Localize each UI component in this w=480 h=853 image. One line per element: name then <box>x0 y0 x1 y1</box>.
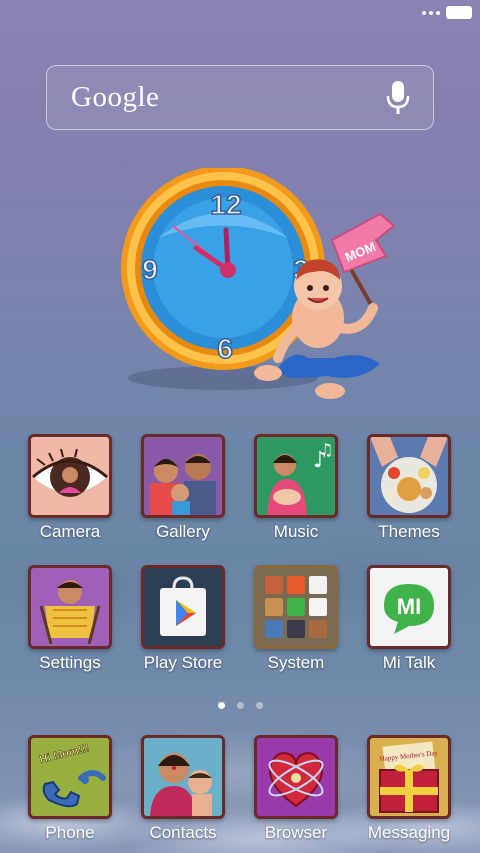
clock-numeral-9: 9 <box>142 254 158 285</box>
play-store-icon <box>141 565 225 649</box>
page-dot-2[interactable] <box>236 702 244 709</box>
app-gallery[interactable]: Gallery <box>128 434 238 542</box>
dock-app-contacts[interactable]: Contacts <box>128 735 238 843</box>
microphone-icon[interactable] <box>385 80 411 116</box>
dock-app-browser[interactable]: Browser <box>241 735 351 843</box>
status-bar <box>422 6 472 19</box>
app-settings[interactable]: Settings <box>15 565 125 673</box>
svg-text:MI: MI <box>397 594 421 619</box>
camera-eye-icon <box>28 434 112 518</box>
app-label: Phone <box>45 823 95 842</box>
gift-card-icon: Happy Mother's Day <box>367 735 451 819</box>
mother-child-icon <box>141 735 225 819</box>
page-indicator[interactable] <box>0 702 480 709</box>
google-search-bar[interactable]: Google <box>46 65 434 130</box>
app-label: Mi Talk <box>382 653 436 672</box>
app-label: Browser <box>264 823 328 842</box>
system-folder-icon <box>254 565 338 649</box>
page-dot-3[interactable] <box>255 702 263 709</box>
app-music[interactable]: ♪ ♫ Music <box>241 434 351 542</box>
clock-numeral-12: 12 <box>210 189 241 220</box>
food-plate-icon <box>367 434 451 518</box>
app-play-store[interactable]: Play Store <box>128 565 238 673</box>
google-logo: Google <box>71 81 160 113</box>
dock-app-phone[interactable]: Hi Mom!!! Phone <box>15 735 125 843</box>
app-label: Camera <box>39 522 101 541</box>
clock-numeral-6: 6 <box>217 333 233 364</box>
notification-dots-icon <box>422 10 440 15</box>
app-system-folder[interactable]: System <box>241 565 351 673</box>
app-label: Themes <box>378 522 440 541</box>
app-label: Music <box>273 522 319 541</box>
mi-talk-icon: MI <box>367 565 451 649</box>
clock-widget[interactable]: 12 3 6 9 MOM <box>118 166 408 400</box>
app-label: Play Store <box>143 653 223 672</box>
family-portrait-icon <box>141 434 225 518</box>
mother-baby-music-icon: ♪ ♫ <box>254 434 338 518</box>
baby-carrier-icon <box>28 565 112 649</box>
dock-app-messaging[interactable]: Happy Mother's Day Messaging <box>354 735 464 843</box>
browser-heart-icon <box>254 735 338 819</box>
app-camera[interactable]: Camera <box>15 434 125 542</box>
battery-icon <box>446 6 472 19</box>
svg-text:♫: ♫ <box>319 440 333 459</box>
app-mi-talk[interactable]: MI Mi Talk <box>354 565 464 673</box>
page-dot-1[interactable] <box>217 702 225 709</box>
app-label: Settings <box>39 653 101 672</box>
app-label: Messaging <box>367 823 451 842</box>
app-label: Gallery <box>156 522 210 541</box>
app-label: Contacts <box>149 823 217 842</box>
app-label: System <box>267 653 325 672</box>
phone-icon: Hi Mom!!! <box>28 735 112 819</box>
app-themes[interactable]: Themes <box>354 434 464 542</box>
